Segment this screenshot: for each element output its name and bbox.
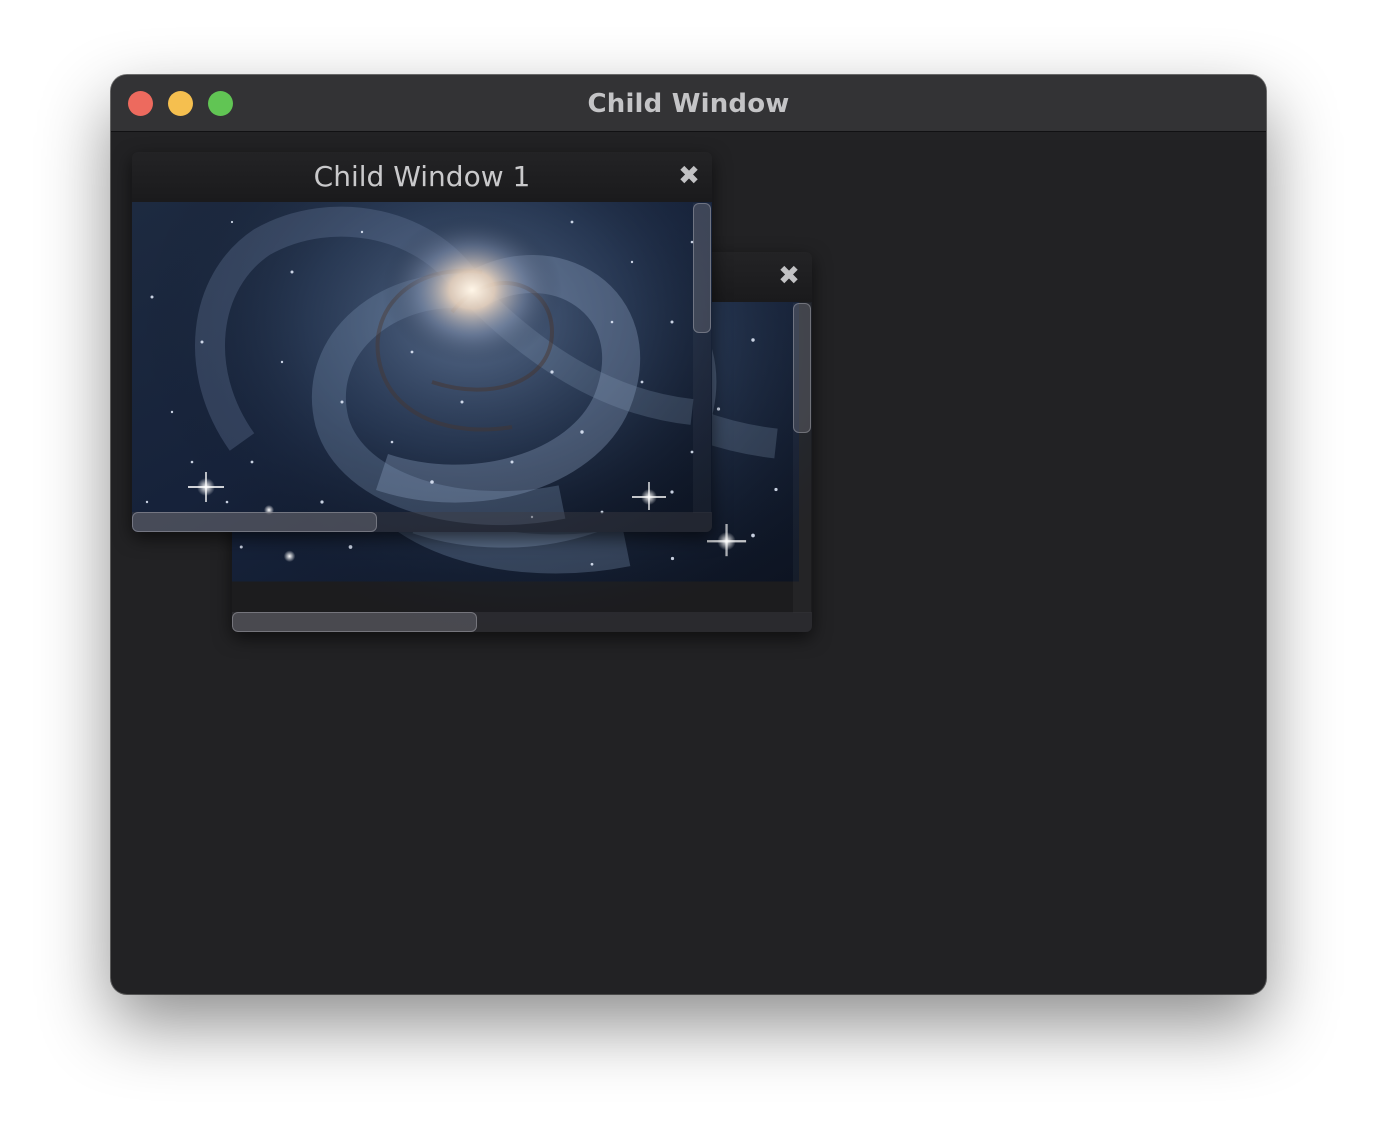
horizontal-scrollbar[interactable] — [132, 512, 712, 532]
child-window-title: Child Window 1 — [313, 160, 531, 193]
horizontal-scroll-thumb[interactable] — [232, 612, 477, 632]
vertical-scrollbar[interactable] — [693, 203, 711, 513]
vertical-scrollbar[interactable] — [793, 303, 811, 613]
horizontal-scrollbar[interactable] — [232, 612, 812, 632]
main-window: Child Window ✖ Child Window 1 ✖ — [111, 75, 1266, 994]
child-titlebar[interactable]: Child Window 1 ✖ — [132, 152, 712, 202]
close-icon[interactable]: ✖ — [678, 163, 700, 189]
horizontal-scroll-thumb[interactable] — [132, 512, 377, 532]
galaxy-image — [132, 202, 712, 532]
close-icon[interactable]: ✖ — [778, 263, 800, 289]
child-window-1[interactable]: Child Window 1 ✖ — [132, 152, 712, 532]
vertical-scroll-thumb[interactable] — [693, 203, 711, 333]
window-title: Child Window — [587, 89, 790, 119]
child-content — [132, 202, 712, 532]
vertical-scroll-thumb[interactable] — [793, 303, 811, 433]
titlebar[interactable]: Child Window — [111, 75, 1266, 132]
